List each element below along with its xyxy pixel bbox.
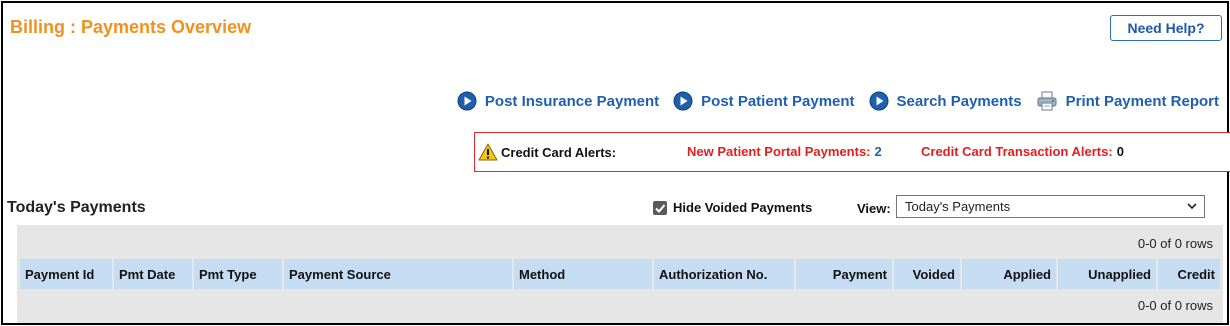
print-payment-report-link[interactable]: Print Payment Report [1036, 91, 1219, 111]
need-help-button[interactable]: Need Help? [1110, 15, 1222, 41]
post-patient-payment-link[interactable]: Post Patient Payment [673, 91, 855, 111]
cc-transaction-alerts-count: 0 [1116, 144, 1124, 159]
play-circle-icon [457, 91, 477, 111]
todays-payments-heading: Today's Payments [7, 199, 146, 216]
column-header-payment-id[interactable]: Payment Id [20, 259, 112, 289]
view-label: View: [857, 201, 891, 216]
post-insurance-payment-label: Post Insurance Payment [484, 92, 660, 110]
row-count-bottom: 0-0 of 0 rows [1137, 298, 1213, 313]
page-title: Billing : Payments Overview [10, 17, 252, 37]
column-header-pmt-type[interactable]: Pmt Type [194, 259, 282, 289]
print-payment-report-label: Print Payment Report [1065, 92, 1219, 110]
new-portal-payments-link[interactable]: New Patient Portal Payments: 2 [687, 144, 882, 159]
portal-payments-label: New Patient Portal Payments: [687, 144, 871, 159]
hide-voided-control: Hide Voided Payments [653, 200, 812, 215]
play-circle-icon [869, 91, 889, 111]
hide-voided-checkbox[interactable] [653, 200, 667, 215]
portal-payments-count: 2 [874, 144, 882, 159]
column-header-payment-source[interactable]: Payment Source [284, 259, 512, 289]
chevron-down-icon [1186, 200, 1198, 215]
view-select[interactable]: Today's Payments [896, 195, 1205, 218]
column-header-applied[interactable]: Applied [962, 259, 1056, 289]
payments-grid: 0-0 of 0 rows Payment Id Pmt Date Pmt Ty… [17, 225, 1223, 323]
column-header-authorization-no[interactable]: Authorization No. [654, 259, 794, 289]
cc-transaction-alerts-link[interactable]: Credit Card Transaction Alerts: 0 [921, 144, 1124, 159]
column-header-payment[interactable]: Payment [796, 259, 892, 289]
cc-transaction-alerts-label: Credit Card Transaction Alerts: [921, 144, 1113, 159]
search-payments-link[interactable]: Search Payments [869, 91, 1022, 111]
row-count-top: 0-0 of 0 rows [1137, 236, 1213, 251]
post-insurance-payment-link[interactable]: Post Insurance Payment [457, 91, 659, 111]
column-header-voided[interactable]: Voided [894, 259, 960, 289]
hide-voided-label: Hide Voided Payments [673, 200, 813, 215]
column-header-unapplied[interactable]: Unapplied [1058, 259, 1156, 289]
credit-card-alerts-label: Credit Card Alerts: [501, 145, 617, 160]
search-payments-label: Search Payments [896, 92, 1022, 110]
warning-icon [478, 143, 498, 164]
column-header-credit[interactable]: Credit [1158, 259, 1220, 289]
post-patient-payment-label: Post Patient Payment [701, 92, 855, 110]
column-header-method[interactable]: Method [514, 259, 652, 289]
view-select-value: Today's Payments [905, 199, 1011, 214]
checkmark-icon [655, 203, 666, 213]
column-header-pmt-date[interactable]: Pmt Date [114, 259, 192, 289]
table-header: Payment Id Pmt Date Pmt Type Payment Sou… [20, 259, 1220, 289]
play-circle-icon [673, 91, 693, 111]
action-links: Post Insurance Payment Post Patient Paym… [443, 91, 1219, 111]
credit-card-alerts-box: Credit Card Alerts: New Patient Portal P… [474, 132, 1230, 172]
page-frame: Billing : Payments Overview Need Help? P… [1, 1, 1230, 325]
printer-icon [1036, 91, 1058, 111]
